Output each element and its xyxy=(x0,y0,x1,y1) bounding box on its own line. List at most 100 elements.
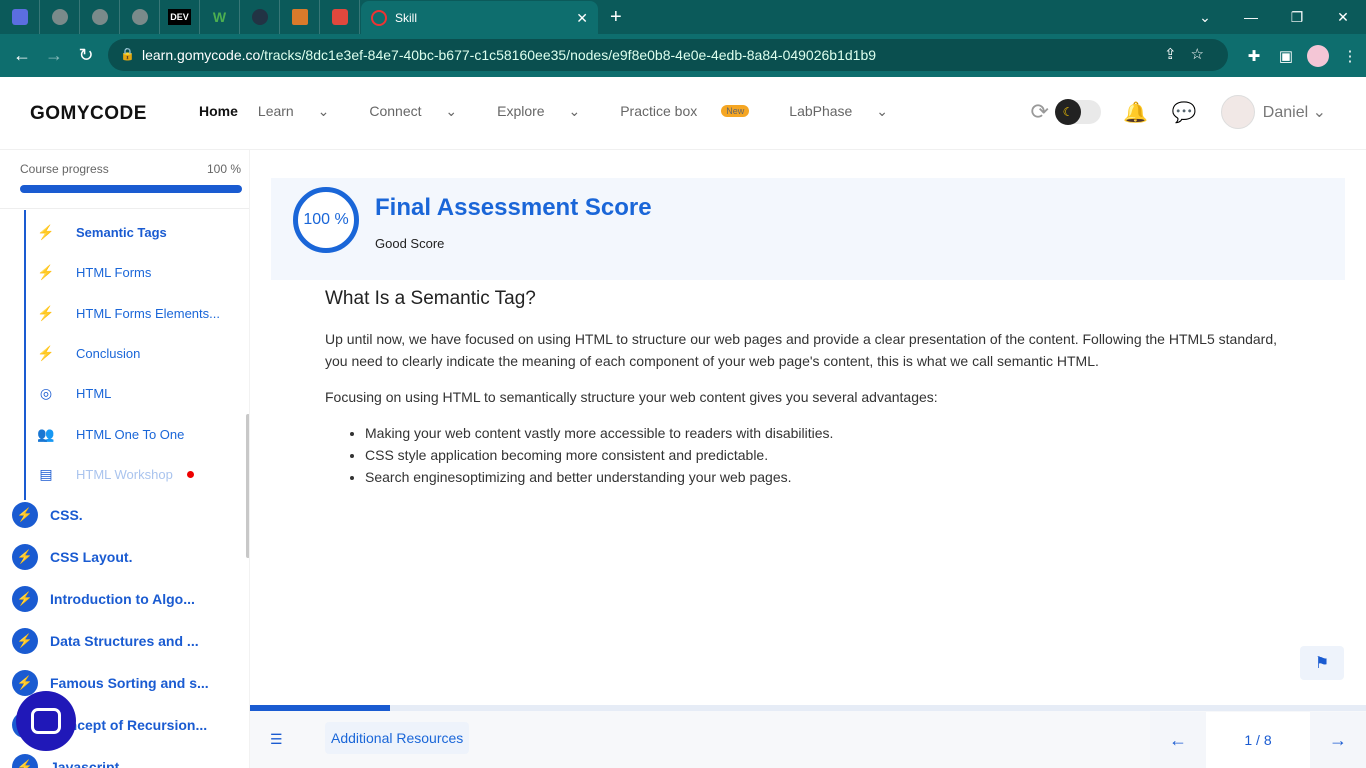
lesson-paragraph: Focusing on using HTML to semantically s… xyxy=(325,389,938,405)
sync-icon[interactable]: ⟳ xyxy=(1031,99,1049,125)
course-sidebar: Course progress 100 % ⚡ Semantic Tags ⚡ HT… xyxy=(0,150,250,768)
site-header: GOMYCODE Home Learn ⌄ Connect ⌄ Explore … xyxy=(0,77,1366,150)
new-badge: New xyxy=(721,105,750,117)
chevron-down-icon: ⌄ xyxy=(317,103,330,119)
moon-icon: ☾ xyxy=(1054,99,1081,125)
messages-icon[interactable]: 💬 xyxy=(1172,100,1197,125)
chevron-down-icon: ⌄ xyxy=(1312,104,1326,121)
profile-avatar[interactable] xyxy=(1307,44,1329,67)
additional-resources-button[interactable]: Additional Resources xyxy=(325,722,470,754)
dark-mode-toggle[interactable]: ☾ xyxy=(1054,99,1101,125)
bolt-icon: ⚡ xyxy=(37,344,55,361)
back-button[interactable]: ← xyxy=(6,45,38,66)
browser-tab-pinned[interactable] xyxy=(80,0,120,34)
arrow-right-icon: → xyxy=(1329,729,1347,750)
chat-bubble-icon xyxy=(31,708,61,734)
outline-list-icon[interactable]: ☰ xyxy=(270,731,283,748)
list-item: Search enginesoptimizing and better unde… xyxy=(365,466,1285,488)
minimize-button[interactable]: — xyxy=(1228,0,1274,34)
close-window-button[interactable]: ✕ xyxy=(1320,0,1366,34)
nav-explore[interactable]: Explore ⌄ xyxy=(497,103,600,120)
browser-tab-pinned[interactable] xyxy=(280,0,320,34)
nav-home[interactable]: Home xyxy=(199,103,238,120)
bolt-icon: ⚡ xyxy=(12,502,38,528)
extensions-icon[interactable]: ✚ xyxy=(1238,47,1270,65)
prev-page-button[interactable]: ← xyxy=(1150,712,1206,768)
browser-active-tab[interactable]: Skill ✕ xyxy=(361,1,598,34)
share-icon[interactable]: ⇪ xyxy=(1164,46,1191,63)
lesson-paragraph: Up until now, we have focused on using H… xyxy=(325,331,1278,369)
lesson-progress-bar xyxy=(250,705,1366,711)
browser-tab-pinned[interactable] xyxy=(0,0,40,34)
bell-icon[interactable]: 🔔 xyxy=(1123,100,1148,125)
browser-tab-pinned[interactable] xyxy=(320,0,360,34)
support-chat-button[interactable] xyxy=(16,691,76,751)
target-icon: ◎ xyxy=(39,384,53,401)
module-css-layout[interactable]: ⚡ CSS Layout. xyxy=(12,544,132,570)
url-host: learn.gomycode.co xyxy=(142,47,261,63)
list-item: CSS style application becoming more cons… xyxy=(365,444,1285,466)
module-data-structures[interactable]: ⚡ Data Structures and ... xyxy=(12,628,199,654)
bolt-icon: ⚡ xyxy=(37,223,55,240)
lesson-html-forms-elements[interactable]: ⚡ HTML Forms Elements... xyxy=(36,303,220,323)
bolt-icon: ⚡ xyxy=(37,304,55,321)
lesson-html-workshop[interactable]: ▤ HTML Workshop xyxy=(36,464,194,484)
lesson-heading: What Is a Semantic Tag? xyxy=(325,288,536,309)
browser-tab-w[interactable]: W xyxy=(200,0,240,34)
report-flag-button[interactable]: ⚑ xyxy=(1300,646,1344,680)
nav-labphase[interactable]: LabPhase ⌄ xyxy=(789,103,908,120)
bookmark-star-icon[interactable]: ☆ xyxy=(1191,46,1218,63)
advantages-list: Making your web content vastly more acce… xyxy=(365,422,1285,488)
browser-tab-strip: DEV W Skill ✕ + ⌄ — ❐ ✕ xyxy=(0,0,1366,34)
address-bar[interactable]: 🔒 learn.gomycode.co/tracks/8dc1e3ef-84e7… xyxy=(108,39,1228,71)
lesson-html-one-to-one[interactable]: 👥 HTML One To One xyxy=(36,424,184,444)
chevron-down-icon: ⌄ xyxy=(445,103,458,119)
user-menu[interactable]: Daniel ⌄ xyxy=(1263,102,1326,122)
user-avatar[interactable] xyxy=(1220,95,1255,129)
bolt-icon: ⚡ xyxy=(12,544,38,570)
lesson-html-forms[interactable]: ⚡ HTML Forms xyxy=(36,262,151,282)
module-css[interactable]: ⚡ CSS. xyxy=(12,502,83,528)
browser-tab-pinned[interactable] xyxy=(240,0,280,34)
close-tab-icon[interactable]: ✕ xyxy=(576,10,588,27)
new-tab-button[interactable]: + xyxy=(610,6,622,29)
browser-tab-pinned[interactable] xyxy=(120,0,160,34)
sidebar-scrollbar[interactable] xyxy=(246,414,249,558)
nav-practice-box[interactable]: Practice box New xyxy=(620,103,769,120)
tab-favicon-icon xyxy=(371,9,387,26)
list-item: Making your web content vastly more acce… xyxy=(365,422,1285,444)
side-panel-icon[interactable]: ▣ xyxy=(1270,47,1302,65)
flag-icon: ⚑ xyxy=(1314,655,1330,672)
course-progress-label: Course progress xyxy=(20,162,109,176)
browser-menu-icon[interactable]: ⋮ xyxy=(1334,47,1366,65)
module-intro-algo[interactable]: ⚡ Introduction to Algo... xyxy=(12,586,195,612)
restore-button[interactable]: ❐ xyxy=(1274,0,1320,34)
divider xyxy=(0,208,249,209)
browser-tab-dev[interactable]: DEV xyxy=(160,0,200,34)
score-ring: 100 % xyxy=(293,187,359,253)
page-indicator: 1 / 8 xyxy=(1206,712,1310,768)
reload-button[interactable]: ↻ xyxy=(70,45,102,66)
bolt-icon: ⚡ xyxy=(12,754,38,768)
tab-search-icon[interactable]: ⌄ xyxy=(1182,0,1228,34)
gomycode-logo[interactable]: GOMYCODE xyxy=(30,103,147,125)
main-nav: Home Learn ⌄ Connect ⌄ Explore ⌄ Practic… xyxy=(199,103,928,120)
forward-button[interactable]: → xyxy=(38,45,70,66)
next-page-button[interactable]: → xyxy=(1310,712,1366,768)
bolt-icon: ⚡ xyxy=(12,586,38,612)
lock-icon: 🔒 xyxy=(120,47,135,61)
module-javascript[interactable]: ⚡ Javascript xyxy=(12,754,119,768)
nav-learn[interactable]: Learn ⌄ xyxy=(258,103,349,120)
browser-tab-pinned[interactable] xyxy=(40,0,80,34)
lesson-semantic-tags[interactable]: ⚡ Semantic Tags xyxy=(36,222,167,242)
url-path: /tracks/8dc1e3ef-84e7-40bc-b677-c1c58160… xyxy=(260,47,877,63)
score-title: Final Assessment Score xyxy=(375,194,652,221)
nav-connect[interactable]: Connect ⌄ xyxy=(369,103,477,120)
lesson-html[interactable]: ◎ HTML xyxy=(36,383,112,403)
browser-toolbar: ← → ↻ 🔒 learn.gomycode.co/tracks/8dc1e3e… xyxy=(0,34,1366,77)
bolt-icon: ⚡ xyxy=(12,628,38,654)
lesson-footer: ☰ Additional Resources ← 1 / 8 → xyxy=(250,705,1366,768)
people-icon: 👥 xyxy=(37,425,55,442)
unread-dot xyxy=(186,470,194,478)
lesson-conclusion[interactable]: ⚡ Conclusion xyxy=(36,343,140,363)
